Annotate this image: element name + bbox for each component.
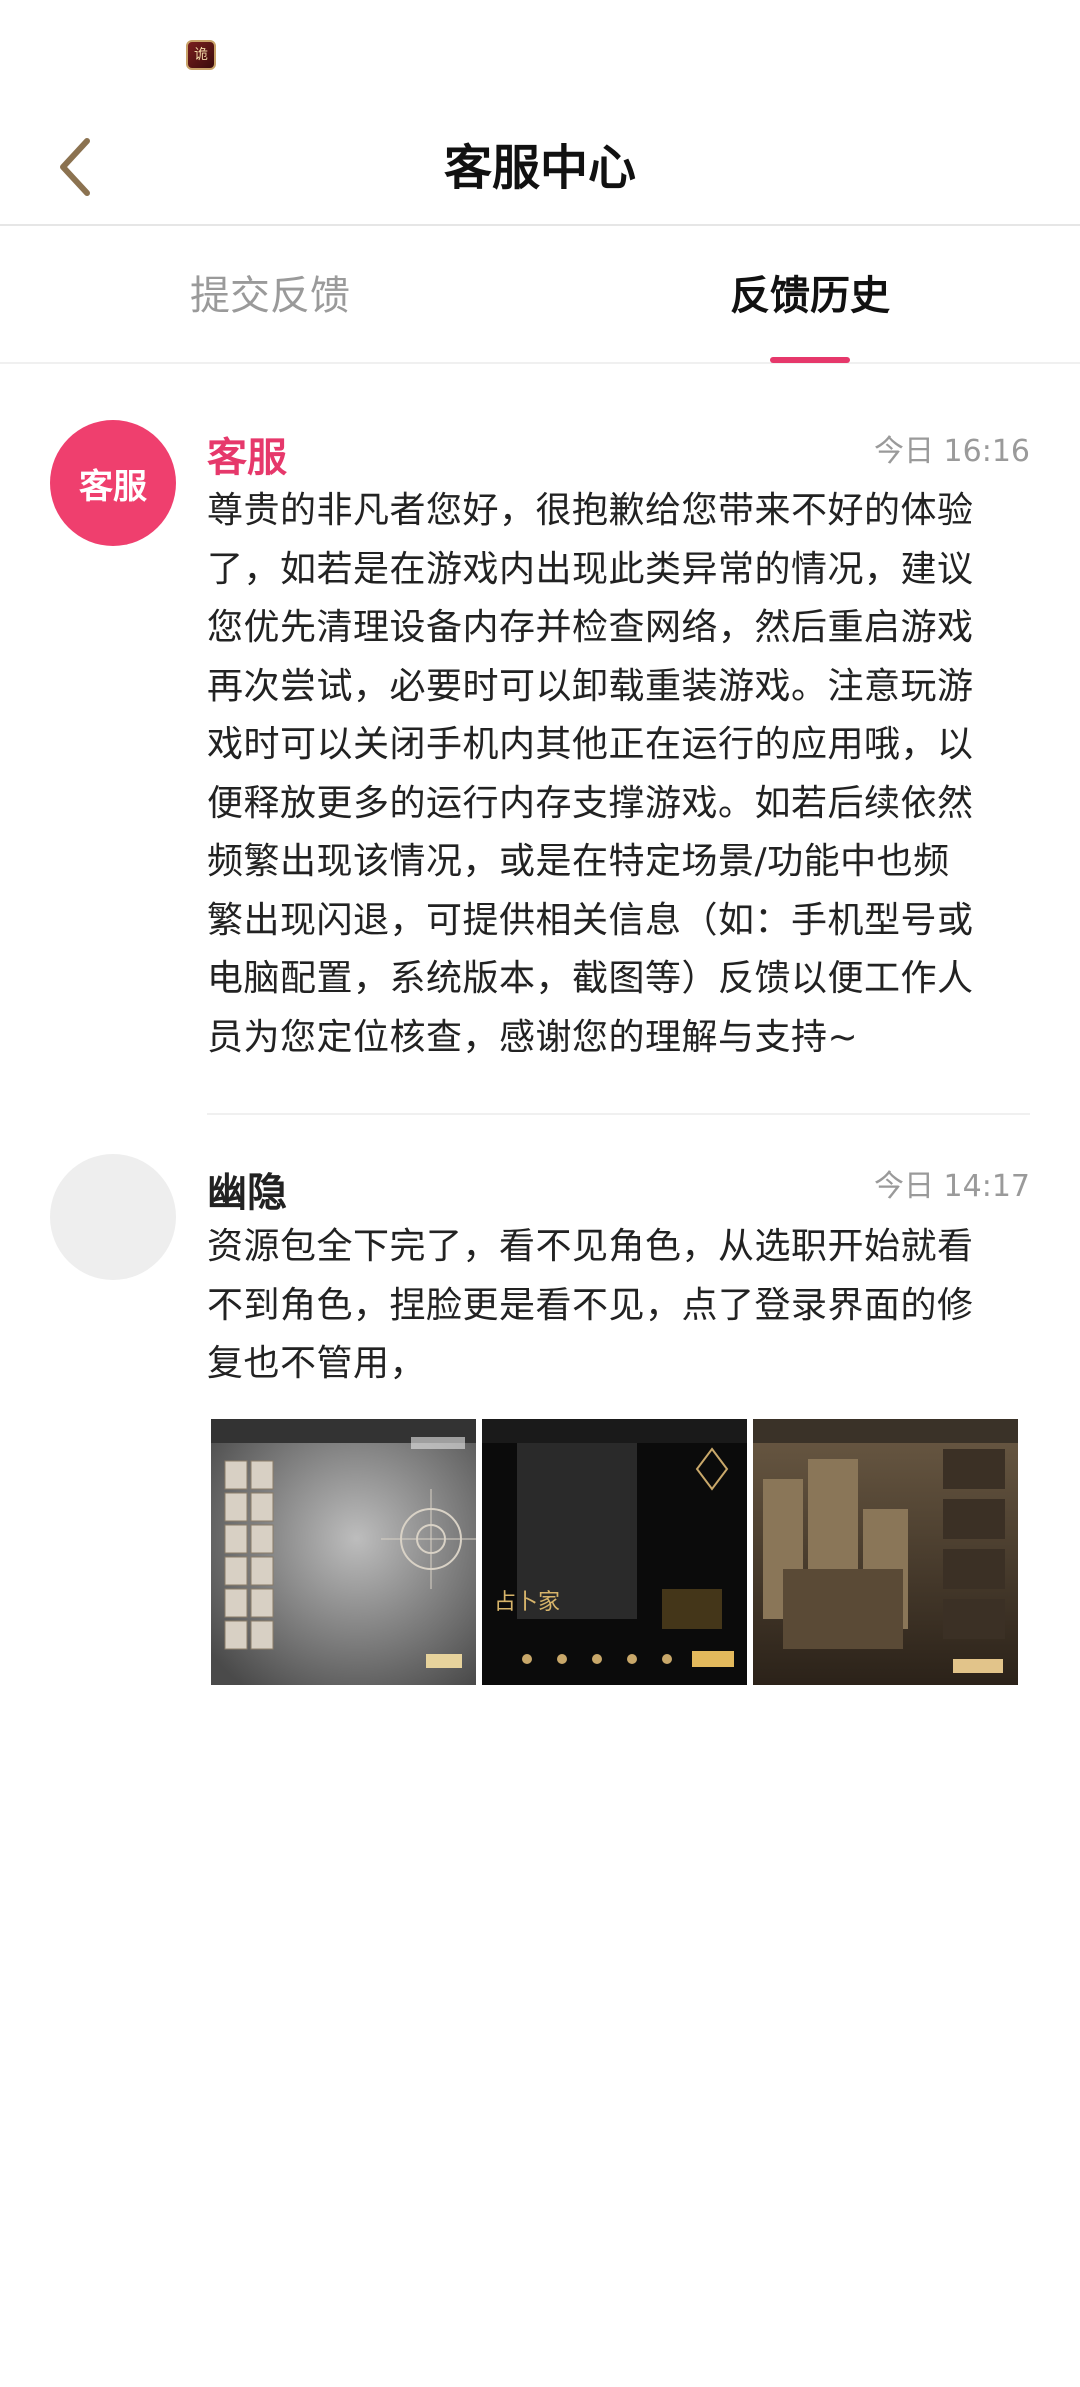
text-line: 不到角色，捏脸更是看不见，点了登录界面的修 — [207, 1284, 974, 1326]
avatar-user — [50, 1154, 176, 1280]
text-line: 了，如若是在游戏内出现此类异常的情况，建议 — [207, 548, 974, 590]
text-line: 复也不管用， — [207, 1343, 427, 1384]
text-line: 您优先清理设备内存并检查网络，然后重启游戏 — [207, 607, 974, 648]
message-text: 尊贵的非凡者您好，很抱歉给您带来不好的体验 了，如若是在游戏内出现此类异常的情况… — [207, 482, 1037, 1067]
game-app-icon: 诡 — [186, 40, 216, 70]
attachment-thumbnail-3[interactable] — [753, 1419, 1018, 1685]
text-line: 便释放更多的运行内存支撑游戏。如若后续依然 — [207, 782, 974, 824]
attachment-thumbnail-1[interactable] — [211, 1419, 476, 1685]
text-line: 再次尝试，必要时可以卸载重装游戏。注意玩游 — [207, 665, 974, 707]
tab-submit-feedback[interactable]: 提交反馈 — [0, 228, 540, 364]
avatar-label: 客服 — [79, 466, 147, 507]
avatar-customer-service: 客服 — [50, 420, 176, 546]
text-line: 繁出现闪退，可提供相关信息（如：手机型号或 — [207, 899, 974, 941]
message-time: 今日 16:16 — [874, 434, 1030, 469]
sender-name: 客服 — [207, 435, 287, 481]
sender-name: 幽隐 — [207, 1170, 287, 1216]
active-tab-indicator — [770, 357, 850, 363]
text-line: 电脑配置，系统版本，截图等）反馈以便工作人 — [207, 958, 974, 999]
screenshot-dark-scene: 占卜家 — [482, 1419, 747, 1685]
screenshot-city-scene — [753, 1419, 1018, 1685]
attachment-thumbnail-2[interactable]: 占卜家 — [482, 1419, 747, 1685]
text-line: 戏时可以关闭手机内其他正在运行的应用哦，以 — [207, 724, 974, 765]
message-divider — [207, 1113, 1030, 1115]
page-title: 客服中心 — [443, 140, 636, 196]
text-line: 频繁出现该情况，或是在特定场景/功能中也频 — [207, 841, 950, 882]
status-bar: 诡 — [0, 0, 1080, 110]
tab-bar: 提交反馈 反馈历史 — [0, 228, 1080, 364]
svg-text:占卜家: 占卜家 — [494, 1590, 560, 1615]
tab-feedback-history[interactable]: 反馈历史 — [540, 228, 1080, 364]
message-text: 资源包全下完了，看不见角色，从选职开始就看 不到角色，捏脸更是看不见，点了登录界… — [207, 1218, 1037, 1394]
message-time: 今日 14:17 — [874, 1169, 1030, 1204]
text-line: 资源包全下完了，看不见角色，从选职开始就看 — [207, 1226, 974, 1267]
text-line: 员为您定位核查，感谢您的理解与支持~ — [207, 1016, 859, 1058]
header: 客服中心 — [0, 110, 1080, 226]
screenshot-character-select — [211, 1419, 476, 1685]
text-line: 尊贵的非凡者您好，很抱歉给您带来不好的体验 — [207, 490, 974, 531]
